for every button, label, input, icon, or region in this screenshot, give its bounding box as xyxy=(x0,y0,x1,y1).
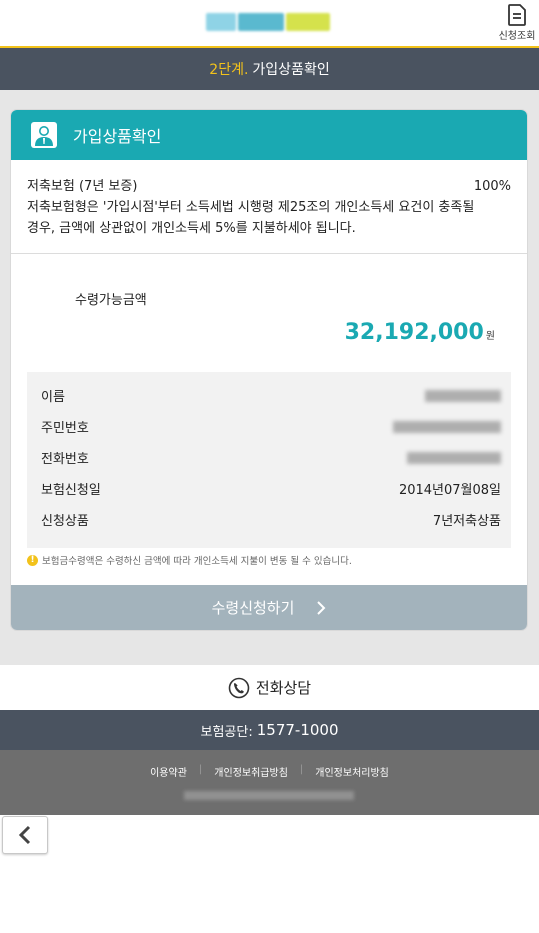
amount-value: 32,192,000 xyxy=(344,320,484,345)
product-card: 가입상품확인 저축보험 (7년 보증) 100% 저축보험형은 '가입시점'부터… xyxy=(11,110,527,630)
amount-label: 수령가능금액 xyxy=(75,293,147,308)
site-logo[interactable] xyxy=(206,10,332,34)
info-label: 전화번호 xyxy=(41,452,89,467)
phone-consult-label: 전화상담 xyxy=(255,679,312,697)
inquiry-label: 신청조회 xyxy=(498,31,536,42)
phone-icon xyxy=(228,677,250,698)
footer-divider: | xyxy=(299,764,304,775)
call-center-bar: 보험공단: 1577-1000 xyxy=(0,710,539,750)
phone-consult-button[interactable]: 전화상담 xyxy=(0,665,539,710)
apply-button[interactable]: 수령신청하기 xyxy=(11,585,527,630)
info-label: 신청상품 xyxy=(41,514,89,529)
amount-display: 32,192,000 원 xyxy=(345,320,495,345)
amount-unit: 원 xyxy=(485,331,495,342)
footer-divider: | xyxy=(198,764,203,775)
info-row-phone: 전화번호 xyxy=(27,442,511,473)
card-header: 가입상품확인 xyxy=(11,110,527,160)
notice-text-line1: 저축보험형은 '가입시점'부터 소득세법 시행령 제25조의 개인소득세 요건이… xyxy=(27,200,475,215)
info-row-product: 신청상품 7년저축상품 xyxy=(27,504,511,535)
info-label: 보험신청일 xyxy=(41,483,101,498)
applicant-info-table: 이름 주민번호 전화번호 보험신청일 2014년07월08일 신청상품 7년저축… xyxy=(27,372,511,548)
info-row-id: 주민번호 xyxy=(27,411,511,442)
redacted-phone xyxy=(407,451,501,464)
document-icon xyxy=(508,4,526,26)
step-number: 2단계. xyxy=(209,62,249,78)
footer-link-privacy-policy[interactable]: 개인정보처리방침 xyxy=(315,764,389,779)
warning-text: 보험금수령액은 수령하신 금액에 따라 개인소득세 지불이 변동 될 수 있습니… xyxy=(42,556,352,567)
footer: 이용약관 | 개인정보취급방침 | 개인정보처리방침 xyxy=(0,750,539,815)
apply-button-label: 수령신청하기 xyxy=(211,599,295,617)
step-title: 가입상품확인 xyxy=(252,62,330,78)
exclamation-icon: ! xyxy=(27,554,38,566)
info-row-date: 보험신청일 2014년07월08일 xyxy=(27,473,511,504)
redacted-name xyxy=(425,389,501,402)
product-name: 저축보험 (7년 보증) xyxy=(27,179,138,194)
call-center-number[interactable]: 1577-1000 xyxy=(257,721,339,739)
info-value: 7년저축상품 xyxy=(432,514,501,529)
redacted-copyright xyxy=(184,791,354,800)
chevron-right-icon xyxy=(317,600,326,615)
inquiry-button[interactable]: 신청조회 xyxy=(497,4,537,42)
info-label: 이름 xyxy=(41,390,65,405)
redacted-id-number xyxy=(393,420,501,433)
call-center-label: 보험공단: xyxy=(200,724,253,740)
footer-links: 이용약관 | 개인정보취급방침 | 개인정보처리방침 xyxy=(0,764,539,779)
warning-note: ! 보험금수령액은 수령하신 금액에 따라 개인소득세 지불이 변동 될 수 있… xyxy=(27,553,352,567)
info-row-name: 이름 xyxy=(27,380,511,411)
chevron-left-icon xyxy=(18,825,31,845)
card-title: 가입상품확인 xyxy=(73,127,162,146)
info-label: 주민번호 xyxy=(41,421,89,436)
top-header: 신청조회 xyxy=(0,0,539,48)
product-notice: 저축보험 (7년 보증) 100% 저축보험형은 '가입시점'부터 소득세법 시… xyxy=(11,160,527,254)
footer-link-privacy-handling[interactable]: 개인정보취급방침 xyxy=(214,764,288,779)
step-indicator: 2단계. 가입상품확인 xyxy=(0,48,539,90)
person-icon xyxy=(31,122,57,148)
notice-text-line2: 경우, 금액에 상관없이 개인소득세 5%를 지불하세야 됩니다. xyxy=(27,221,356,236)
footer-link-terms[interactable]: 이용약관 xyxy=(150,764,187,779)
info-value: 2014년07월08일 xyxy=(398,483,501,498)
product-percent: 100% xyxy=(473,179,511,194)
back-button[interactable] xyxy=(2,816,48,854)
